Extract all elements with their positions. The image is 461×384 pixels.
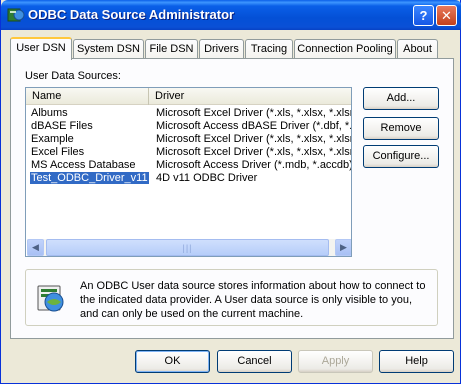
add-button[interactable]: Add... (363, 87, 439, 110)
tab-system-dsn[interactable]: System DSN (73, 39, 144, 59)
scroll-thumb[interactable]: ||| (46, 239, 329, 256)
tab-tracing[interactable]: Tracing (245, 39, 293, 59)
list-row-ms-access-database[interactable]: MS Access Database Microsoft Access Driv… (26, 159, 351, 172)
close-button[interactable]: ✕ (436, 5, 457, 26)
list-row-test-odbc-driver-v11[interactable]: Test_ODBC_Driver_v11 4D v11 ODBC Driver (26, 172, 351, 185)
help-button[interactable]: Help (379, 350, 454, 373)
row-name-text: Albums (31, 107, 68, 119)
row-name: Example (31, 133, 149, 146)
title-bar[interactable]: ODBC Data Source Administrator ? ✕ (1, 0, 461, 30)
tab-strip: User DSN System DSN File DSN Drivers Tra… (10, 37, 454, 60)
horizontal-scrollbar[interactable]: ◀ ||| ▶ (27, 239, 351, 256)
list-row-dbase-files[interactable]: dBASE Files Microsoft Access dBASE Drive… (26, 120, 351, 133)
scroll-left-icon[interactable]: ◀ (27, 239, 44, 256)
row-driver: Microsoft Excel Driver (*.xls, *.xlsx, *… (156, 107, 351, 119)
row-name-text: MS Access Database (31, 159, 136, 171)
list-header: Name Driver (26, 88, 351, 105)
user-data-sources-label: User Data Sources: (25, 70, 121, 82)
row-driver: Microsoft Access dBASE Driver (*.dbf, *.… (156, 120, 351, 132)
row-name: Albums (31, 107, 149, 120)
list-row-excel-files[interactable]: Excel Files Microsoft Excel Driver (*.xl… (26, 146, 351, 159)
ok-button[interactable]: OK (135, 350, 210, 373)
row-driver: Microsoft Excel Driver (*.xls, *.xlsx, *… (156, 133, 351, 145)
data-sources-list[interactable]: Name Driver Albums Microsoft Excel Drive… (25, 87, 352, 257)
help-title-button[interactable]: ? (413, 5, 434, 26)
odbc-app-icon (7, 8, 25, 22)
row-name-text: Excel Files (31, 146, 85, 158)
info-box: An ODBC User data source stores informat… (25, 269, 438, 326)
row-name: MS Access Database (31, 159, 149, 172)
tab-file-dsn[interactable]: File DSN (145, 39, 198, 59)
odbc-admin-window: ODBC Data Source Administrator ? ✕ User … (0, 0, 461, 384)
row-driver: Microsoft Access Driver (*.mdb, *.accdb) (156, 159, 351, 171)
scroll-grip-icon: ||| (182, 242, 193, 253)
window-title: ODBC Data Source Administrator (28, 7, 235, 22)
row-driver: 4D v11 ODBC Driver (156, 172, 258, 184)
tab-about[interactable]: About (397, 39, 438, 59)
list-row-albums[interactable]: Albums Microsoft Excel Driver (*.xls, *.… (26, 107, 351, 120)
scroll-right-icon[interactable]: ▶ (335, 239, 351, 256)
odbc-datasource-icon (37, 285, 64, 312)
tab-connection-pooling[interactable]: Connection Pooling (294, 39, 396, 59)
row-name-text: Test_ODBC_Driver_v11 (30, 172, 150, 185)
tab-drivers[interactable]: Drivers (199, 39, 244, 59)
row-name: Excel Files (31, 146, 149, 159)
apply-button[interactable]: Apply (298, 350, 373, 373)
row-name-text: Example (31, 133, 74, 145)
cancel-button[interactable]: Cancel (217, 350, 292, 373)
tab-user-dsn[interactable]: User DSN (10, 37, 72, 60)
info-description: An ODBC User data source stores informat… (80, 280, 426, 320)
list-row-example[interactable]: Example Microsoft Excel Driver (*.xls, *… (26, 133, 351, 146)
column-header-name[interactable]: Name (26, 88, 149, 105)
configure-button[interactable]: Configure... (363, 145, 439, 168)
row-name-text: dBASE Files (31, 120, 93, 132)
row-name: dBASE Files (31, 120, 149, 133)
row-driver: Microsoft Excel Driver (*.xls, *.xlsx, *… (156, 146, 351, 158)
row-name: Test_ODBC_Driver_v11 (30, 172, 150, 185)
remove-button[interactable]: Remove (363, 117, 439, 140)
column-header-driver[interactable]: Driver (149, 88, 351, 105)
